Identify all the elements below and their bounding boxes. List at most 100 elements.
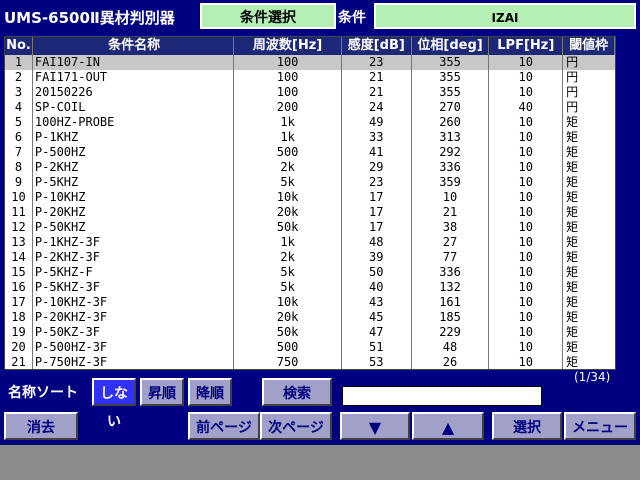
table-row[interactable]: 3 20150226 100 21 355 10 円 (5, 85, 615, 100)
cell-no: 17 (5, 295, 33, 310)
cell-name: P-5KHZ-F (33, 265, 235, 280)
cell-frequency: 5k (234, 280, 342, 295)
cell-phase: 355 (412, 55, 490, 70)
search-input[interactable] (342, 386, 542, 406)
table-row[interactable]: 7 P-500HZ 500 41 292 10 矩 (5, 145, 615, 160)
cell-phase: 185 (412, 310, 490, 325)
cell-lpf: 10 (489, 310, 564, 325)
sort-desc-button[interactable]: 降順 (188, 378, 232, 406)
cell-frequency: 50k (234, 220, 342, 235)
cell-phase: 10 (412, 190, 490, 205)
cell-threshold: 矩 (566, 340, 579, 354)
cell-frequency: 2k (234, 160, 342, 175)
select-button[interactable]: 選択 (492, 412, 562, 440)
table-row[interactable]: 12 P-50KHZ 50k 17 38 10 矩 (5, 220, 615, 235)
cell-phase: 161 (412, 295, 490, 310)
cell-sensitivity: 53 (342, 355, 412, 369)
search-button[interactable]: 検索 (262, 378, 332, 406)
cell-sensitivity: 49 (342, 115, 412, 130)
cell-phase: 270 (412, 100, 490, 115)
cell-lpf: 10 (489, 175, 564, 190)
cell-sensitivity: 23 (342, 55, 412, 70)
cell-frequency: 100 (234, 70, 342, 85)
cell-phase: 355 (412, 70, 490, 85)
next-page-button[interactable]: 次ページ (260, 412, 332, 440)
table-row[interactable]: 13 P-1KHZ-3F 1k 48 27 10 矩 (5, 235, 615, 250)
cell-sensitivity: 48 (342, 235, 412, 250)
cell-threshold: 円 (566, 100, 579, 114)
cell-frequency: 500 (234, 340, 342, 355)
cell-sensitivity: 50 (342, 265, 412, 280)
cell-name: P-2KHZ (33, 160, 235, 175)
cell-no: 19 (5, 325, 33, 340)
table-row[interactable]: 21 P-750HZ-3F 750 53 26 10 矩 (5, 355, 615, 369)
table-row[interactable]: 1 FAI107-IN 100 23 355 10 円 (5, 55, 615, 70)
cell-no: 5 (5, 115, 33, 130)
cell-phase: 229 (412, 325, 490, 340)
cell-no: 7 (5, 145, 33, 160)
sort-asc-button[interactable]: 昇順 (140, 378, 184, 406)
cell-no: 9 (5, 175, 33, 190)
delete-button[interactable]: 消去 (4, 412, 78, 440)
cell-name: P-20KHZ (33, 205, 235, 220)
table-row[interactable]: 4 SP-COIL 200 24 270 40 円 (5, 100, 615, 115)
table-row[interactable]: 17 P-10KHZ-3F 10k 43 161 10 矩 (5, 295, 615, 310)
cell-phase: 313 (412, 130, 490, 145)
cell-no: 18 (5, 310, 33, 325)
table-row[interactable]: 5 100HZ-PROBE 1k 49 260 10 矩 (5, 115, 615, 130)
cell-no: 11 (5, 205, 33, 220)
table-row[interactable]: 16 P-5KHZ-3F 5k 40 132 10 矩 (5, 280, 615, 295)
table-row[interactable]: 9 P-5KHZ 5k 23 359 10 矩 (5, 175, 615, 190)
cell-name: P-5KHZ (33, 175, 235, 190)
cell-lpf: 10 (489, 340, 564, 355)
cell-threshold: 矩 (566, 220, 579, 234)
cell-frequency: 1k (234, 130, 342, 145)
sort-none-button[interactable]: しない (92, 378, 136, 430)
cell-no: 3 (5, 85, 33, 100)
cell-frequency: 10k (234, 295, 342, 310)
cell-name: P-20KHZ-3F (33, 310, 235, 325)
cell-phase: 26 (412, 355, 490, 369)
table-row[interactable]: 18 P-20KHZ-3F 20k 45 185 10 矩 (5, 310, 615, 325)
cell-lpf: 10 (489, 235, 564, 250)
table-row[interactable]: 8 P-2KHZ 2k 29 336 10 矩 (5, 160, 615, 175)
cell-sensitivity: 43 (342, 295, 412, 310)
table-row[interactable]: 10 P-10KHZ 10k 17 10 10 矩 (5, 190, 615, 205)
cell-frequency: 10k (234, 190, 342, 205)
cell-lpf: 10 (489, 280, 564, 295)
menu-button[interactable]: メニュー (564, 412, 636, 440)
table-row[interactable]: 19 P-50KZ-3F 50k 47 229 10 矩 (5, 325, 615, 340)
cell-threshold: 矩 (566, 280, 579, 294)
table-row[interactable]: 15 P-5KHZ-F 5k 50 336 10 矩 (5, 265, 615, 280)
condition-label: 条件 (338, 10, 366, 26)
prev-page-button[interactable]: 前ページ (188, 412, 260, 440)
cell-threshold: 矩 (566, 310, 579, 324)
table-row[interactable]: 6 P-1KHZ 1k 33 313 10 矩 (5, 130, 615, 145)
cell-sensitivity: 51 (342, 340, 412, 355)
footer-bar (0, 445, 640, 480)
cell-lpf: 10 (489, 130, 564, 145)
cell-name: P-10KHZ-3F (33, 295, 235, 310)
cell-name: FAI171-OUT (33, 70, 235, 85)
table-row[interactable]: 14 P-2KHZ-3F 2k 39 77 10 矩 (5, 250, 615, 265)
cell-lpf: 10 (489, 355, 564, 369)
cell-no: 1 (5, 55, 33, 70)
main-panel: UMS-6500Ⅱ異材判別器 条件選択 条件 IZAI No. 条件名称 周波数… (0, 0, 640, 445)
cell-sensitivity: 17 (342, 220, 412, 235)
col-header-name: 条件名称 (33, 37, 235, 55)
scroll-down-button[interactable]: ▼ (340, 412, 410, 440)
cell-phase: 132 (412, 280, 490, 295)
scroll-up-button[interactable]: ▲ (412, 412, 484, 440)
cell-name: P-500HZ (33, 145, 235, 160)
cell-threshold: 円 (566, 70, 579, 84)
cell-frequency: 100 (234, 85, 342, 100)
table-row[interactable]: 11 P-20KHZ 20k 17 21 10 矩 (5, 205, 615, 220)
cell-threshold: 矩 (566, 295, 579, 309)
table-row[interactable]: 2 FAI171-OUT 100 21 355 10 円 (5, 70, 615, 85)
table-header: No. 条件名称 周波数[Hz] 感度[dB] 位相[deg] LPF[Hz] … (5, 37, 615, 55)
cell-phase: 355 (412, 85, 490, 100)
cell-threshold: 矩 (566, 190, 579, 204)
up-arrow-icon: ▲ (441, 418, 455, 437)
table-row[interactable]: 20 P-500HZ-3F 500 51 48 10 矩 (5, 340, 615, 355)
cell-threshold: 矩 (566, 130, 579, 144)
